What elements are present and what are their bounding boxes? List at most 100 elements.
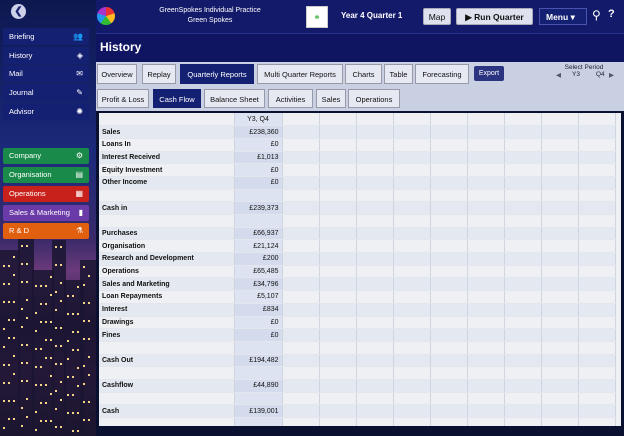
empty-cell <box>578 303 616 317</box>
sidebar-item-sales-marketing[interactable]: Sales & Marketing ▮ <box>3 205 89 221</box>
window-light <box>60 426 62 428</box>
sidebar-item-company[interactable]: Company ⚙ <box>3 148 89 164</box>
sidebar-item-advisor[interactable]: Advisor ✺ <box>3 103 89 120</box>
window-light <box>67 394 69 396</box>
window-light <box>83 302 85 304</box>
subtab-cash-flow[interactable]: Cash Flow <box>153 89 201 108</box>
empty-cell <box>393 125 431 139</box>
window-light <box>8 283 10 285</box>
row-label: Organisation <box>99 239 235 254</box>
period-next-icon[interactable]: ▶ <box>609 71 614 79</box>
table-row: Research and Development £200 <box>99 252 616 266</box>
back-button[interactable]: ❮ <box>11 4 26 19</box>
empty-cell <box>504 189 542 203</box>
window-light <box>35 285 37 287</box>
window-light <box>60 264 62 266</box>
empty-cell <box>356 277 394 292</box>
empty-cell <box>282 341 320 355</box>
empty-cell <box>541 392 579 406</box>
empty-cell <box>282 366 320 380</box>
sidebar-item-mail[interactable]: Mail ✉ <box>3 65 89 82</box>
empty-cell <box>282 328 320 342</box>
tab-multi-quarter-reports[interactable]: Multi Quarter Reports <box>257 64 343 84</box>
empty-cell <box>578 163 616 177</box>
window-light <box>40 384 42 386</box>
row-label: Sales <box>99 125 235 139</box>
report-grid: Y3, Q4 Sales £238,360 Loans In £0 Interest Re… <box>99 113 621 426</box>
tab-forecasting[interactable]: Forecasting <box>415 64 469 84</box>
period-prev-icon[interactable]: ◀ <box>556 71 561 79</box>
empty-cell <box>504 252 542 266</box>
header-blank-cell <box>99 113 235 127</box>
sidebar-item-organisation[interactable]: Organisation ▤ <box>3 167 89 183</box>
tab-charts[interactable]: Charts <box>345 64 382 84</box>
table-row <box>99 189 616 203</box>
sidebar-item-operations[interactable]: Operations ▦ <box>3 186 89 202</box>
subtab-balance-sheet[interactable]: Balance Sheet <box>204 89 265 108</box>
empty-cell <box>393 417 431 426</box>
sidebar-item-label: Operations <box>9 189 46 198</box>
empty-cell <box>504 354 542 368</box>
mail-icon: ✉ <box>76 69 83 78</box>
window-light <box>83 320 85 322</box>
window-light <box>55 426 57 428</box>
subtab-operations[interactable]: Operations <box>348 89 400 108</box>
period-quarter[interactable]: Q4 <box>596 71 605 78</box>
team-logo: ⚭ <box>306 6 328 28</box>
help-icon[interactable]: ? <box>608 8 615 20</box>
run-quarter-button[interactable]: ▶ Run Quarter <box>456 8 533 25</box>
search-icon[interactable]: ⚲ <box>592 8 601 22</box>
sidebar-item-rd[interactable]: R & D ⚗ <box>3 223 89 239</box>
empty-cell <box>541 341 579 355</box>
window-light <box>26 398 28 400</box>
window-light <box>26 344 28 346</box>
empty-cell <box>541 379 579 393</box>
empty-cell <box>467 252 505 266</box>
empty-cell <box>541 303 579 317</box>
empty-cell <box>319 341 357 355</box>
export-button[interactable]: Export <box>474 66 504 81</box>
empty-cell <box>282 316 320 330</box>
people-icon: 👥 <box>73 32 83 41</box>
empty-cell <box>541 201 579 215</box>
empty-cell <box>467 341 505 355</box>
empty-cell <box>356 341 394 355</box>
empty-cell <box>541 125 579 139</box>
window-light <box>35 384 37 386</box>
sidebar-item-journal[interactable]: Journal ✎ <box>3 84 89 101</box>
map-button[interactable]: Map <box>423 8 451 25</box>
empty-cell <box>541 163 579 177</box>
tab-overview[interactable]: Overview <box>97 64 137 84</box>
sidebar-item-history[interactable]: History ◈ <box>3 47 89 64</box>
window-light <box>35 411 37 413</box>
subtab-profit-loss[interactable]: Profit & Loss <box>97 89 149 108</box>
empty-cell <box>504 303 542 317</box>
window-light <box>40 366 42 368</box>
row-label: Interest Received <box>99 151 235 165</box>
window-light <box>72 394 74 396</box>
sidebar-item-briefing[interactable]: Briefing 👥 <box>3 28 89 45</box>
empty-cell <box>319 392 357 406</box>
tab-replay[interactable]: Replay <box>142 64 176 84</box>
period-year[interactable]: Y3 <box>572 71 580 78</box>
sidebar-item-label: R & D <box>9 226 30 235</box>
empty-cell <box>393 316 431 330</box>
window-light <box>88 356 90 358</box>
window-light <box>77 412 79 414</box>
window-light <box>40 348 42 350</box>
row-label: Research and Development <box>99 252 235 266</box>
empty-cell <box>430 201 468 215</box>
menu-button[interactable]: Menu ▾ <box>539 8 587 25</box>
tab-table[interactable]: Table <box>384 64 413 84</box>
empty-cell <box>578 341 616 355</box>
subtab-sales[interactable]: Sales <box>316 89 346 108</box>
empty-cell <box>578 239 616 254</box>
tab-quarterly-reports[interactable]: Quarterly Reports <box>180 64 254 84</box>
subtab-activities[interactable]: Activities <box>268 89 313 108</box>
empty-cell <box>282 239 320 254</box>
table-row: Drawings £0 <box>99 316 616 330</box>
empty-cell <box>319 189 357 203</box>
window-light <box>35 366 37 368</box>
window-light <box>13 337 15 339</box>
empty-cell <box>504 417 542 426</box>
